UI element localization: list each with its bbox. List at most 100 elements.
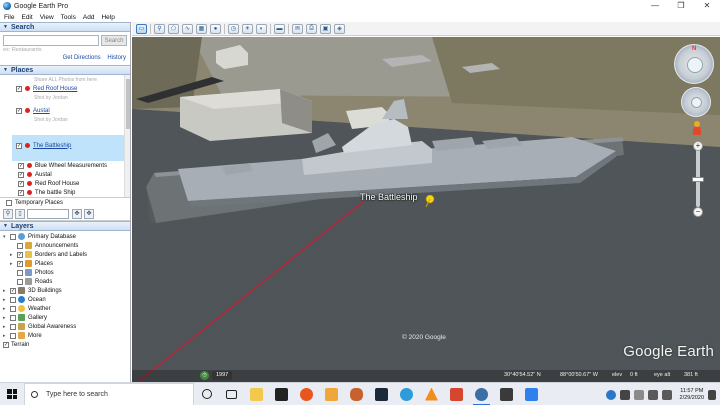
look-joystick[interactable]: N bbox=[674, 44, 714, 84]
place-checkbox[interactable]: ✓ bbox=[18, 180, 24, 187]
place-link[interactable]: Red Roof House bbox=[33, 86, 77, 92]
street-view-pegman-icon[interactable] bbox=[692, 121, 702, 135]
places-item-red-roof-pin[interactable]: ✓ Red Roof House bbox=[18, 179, 79, 188]
expand-icon[interactable]: ▸ bbox=[10, 261, 16, 267]
maximize-button[interactable]: ❒ bbox=[668, 0, 694, 12]
menu-edit[interactable]: Edit bbox=[21, 14, 32, 21]
app-icon[interactable] bbox=[319, 383, 344, 405]
place-checkbox[interactable] bbox=[6, 199, 12, 206]
layer-primary-database[interactable]: ▾ Primary Database bbox=[3, 232, 76, 241]
layer-photos[interactable]: Photos bbox=[10, 268, 54, 277]
layer-checkbox[interactable] bbox=[17, 278, 23, 285]
menu-view[interactable]: View bbox=[40, 14, 54, 21]
collapse-triangle-icon[interactable]: ▼ bbox=[3, 67, 8, 73]
place-checkbox[interactable]: ✓ bbox=[18, 189, 24, 196]
layer-checkbox[interactable]: ✓ bbox=[17, 251, 23, 258]
move-up-icon[interactable]: ✥ bbox=[72, 208, 82, 219]
places-item-red-roof-house[interactable]: ✓ Red Roof House bbox=[16, 84, 77, 93]
places-filter-input[interactable] bbox=[27, 208, 69, 219]
expand-icon[interactable]: ▸ bbox=[10, 252, 16, 258]
layer-checkbox[interactable] bbox=[17, 242, 23, 249]
collapse-triangle-icon[interactable]: ▼ bbox=[3, 223, 8, 229]
layer-checkbox[interactable] bbox=[10, 323, 16, 330]
place-checkbox[interactable]: ✓ bbox=[16, 142, 22, 149]
layer-ocean[interactable]: ▸ Ocean bbox=[3, 295, 46, 304]
clock-icon[interactable]: ◷ bbox=[200, 371, 209, 380]
zoom-slider-thumb[interactable] bbox=[692, 177, 704, 182]
place-checkbox[interactable]: ✓ bbox=[18, 171, 24, 178]
search-places-icon[interactable]: ⚲ bbox=[3, 208, 13, 219]
layer-announcements[interactable]: Announcements bbox=[10, 241, 78, 250]
vlc-icon[interactable] bbox=[419, 383, 444, 405]
layer-checkbox[interactable] bbox=[10, 233, 16, 240]
move-down-icon[interactable]: ✥ bbox=[84, 208, 94, 219]
layer-checkbox[interactable]: ✓ bbox=[10, 287, 16, 294]
taskbar-search[interactable]: Type here to search bbox=[24, 382, 194, 405]
zoom-out-button[interactable]: − bbox=[693, 207, 703, 217]
layer-checkbox[interactable] bbox=[10, 314, 16, 321]
place-checkbox[interactable]: ✓ bbox=[18, 162, 24, 169]
volume-icon[interactable] bbox=[661, 389, 672, 400]
layer-checkbox[interactable]: ✓ bbox=[3, 341, 9, 348]
app-icon[interactable] bbox=[444, 383, 469, 405]
historical-year[interactable]: 1997 bbox=[212, 371, 233, 380]
add-overlay-icon[interactable]: ▦ bbox=[196, 23, 207, 34]
layer-gallery[interactable]: ▸ Gallery bbox=[3, 313, 47, 322]
layer-checkbox[interactable] bbox=[10, 332, 16, 339]
layer-checkbox[interactable]: ✓ bbox=[17, 260, 23, 267]
save-image-icon[interactable]: ▣ bbox=[320, 23, 331, 34]
layer-checkbox[interactable] bbox=[10, 296, 16, 303]
get-directions-link[interactable]: Get Directions bbox=[63, 55, 101, 61]
expand-icon[interactable]: ▸ bbox=[3, 324, 9, 330]
look-joystick-center[interactable] bbox=[687, 57, 703, 73]
places-item-the-battleship[interactable]: ✓ The Battleship bbox=[16, 141, 71, 150]
menu-add[interactable]: Add bbox=[83, 14, 95, 21]
close-button[interactable]: ✕ bbox=[694, 0, 720, 12]
app-icon[interactable] bbox=[369, 383, 394, 405]
layer-checkbox[interactable] bbox=[10, 305, 16, 312]
move-joystick[interactable] bbox=[681, 87, 711, 117]
places-item-austal-pin[interactable]: ✓ Austal bbox=[18, 170, 52, 179]
minimize-button[interactable]: — bbox=[642, 0, 668, 12]
layer-weather[interactable]: ▸ Weather bbox=[3, 304, 51, 313]
search-panel-header[interactable]: ▼ Search bbox=[0, 22, 130, 32]
ruler-icon[interactable]: ▬ bbox=[274, 23, 285, 34]
layer-global-awareness[interactable]: ▸ Global Awareness bbox=[3, 322, 76, 331]
panel-toggle-icon[interactable]: ▯ bbox=[15, 208, 25, 219]
sunlight-icon[interactable]: ☀ bbox=[242, 23, 253, 34]
layer-checkbox[interactable] bbox=[17, 269, 23, 276]
planets-icon[interactable]: ◐ bbox=[256, 23, 267, 34]
layers-panel-header[interactable]: ▼ Layers bbox=[0, 221, 130, 231]
expand-icon[interactable]: ▸ bbox=[3, 333, 9, 339]
app-icon[interactable] bbox=[519, 383, 544, 405]
cortana-icon[interactable] bbox=[194, 383, 219, 405]
print-icon[interactable]: ⎙ bbox=[306, 23, 317, 34]
search-button[interactable]: Search bbox=[101, 35, 127, 46]
help-icon[interactable] bbox=[605, 389, 616, 400]
place-checkbox[interactable]: ✓ bbox=[16, 85, 22, 92]
add-polygon-icon[interactable]: ⬠ bbox=[168, 23, 179, 34]
store-icon[interactable] bbox=[269, 383, 294, 405]
network-icon[interactable] bbox=[647, 389, 658, 400]
layer-borders[interactable]: ▸ ✓ Borders and Labels bbox=[10, 250, 87, 259]
email-icon[interactable]: ✉ bbox=[292, 23, 303, 34]
expand-icon[interactable]: ▸ bbox=[3, 288, 9, 294]
expand-icon[interactable]: ▸ bbox=[3, 315, 9, 321]
placemark-label[interactable]: The Battleship bbox=[360, 192, 418, 202]
earth-3d-view[interactable]: The Battleship © 2020 Google Google Eart… bbox=[132, 37, 720, 382]
file-explorer-icon[interactable] bbox=[244, 383, 269, 405]
start-button[interactable] bbox=[0, 383, 24, 405]
app-icon[interactable] bbox=[494, 383, 519, 405]
task-view-icon[interactable] bbox=[219, 383, 244, 405]
firefox-icon[interactable] bbox=[294, 383, 319, 405]
chevron-up-icon[interactable] bbox=[633, 389, 644, 400]
taskbar-clock[interactable]: 11:57 PM 2/29/2020 bbox=[680, 388, 704, 402]
record-tour-icon[interactable]: ● bbox=[210, 23, 221, 34]
menu-tools[interactable]: Tools bbox=[61, 14, 76, 21]
menu-help[interactable]: Help bbox=[101, 14, 114, 21]
place-link[interactable]: Austal bbox=[33, 108, 50, 114]
app-icon[interactable] bbox=[394, 383, 419, 405]
places-scrollbar[interactable] bbox=[124, 75, 130, 197]
layer-terrain[interactable]: ✓ Terrain bbox=[3, 340, 29, 349]
search-input[interactable] bbox=[3, 35, 99, 46]
